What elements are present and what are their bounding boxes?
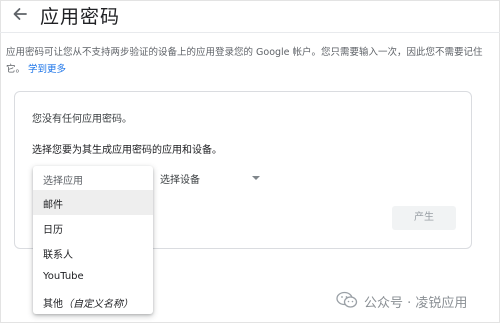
description-text: 应用密码可让您从不支持两步验证的设备上的应用登录您的 Google 帐户。您只需… [6, 47, 483, 75]
dropdown-item-label: 联系人 [43, 250, 73, 261]
header-divider [0, 32, 500, 33]
app-select-label: 选择应用 [43, 176, 83, 187]
device-select[interactable]: 选择设备 [160, 170, 266, 188]
dropdown-item-mail[interactable]: 邮件 [33, 190, 153, 215]
arrow-left-icon [13, 8, 27, 20]
dropdown-item-label: 日历 [43, 225, 63, 236]
custom-name-hint: （自定义名称） [63, 299, 133, 310]
generate-button[interactable]: 产生 [392, 206, 456, 230]
dropdown-item-youtube[interactable]: YouTube [33, 265, 153, 290]
other-label: 其他 [43, 299, 63, 310]
page-title: 应用密码 [40, 6, 121, 28]
app-select-header[interactable]: 选择应用 [33, 166, 153, 190]
description: 应用密码可让您从不支持两步验证的设备上的应用登录您的 Google 帐户。您只需… [6, 44, 486, 78]
dropdown-item-label: 其他（自定义名称） [43, 295, 133, 310]
device-select-label: 选择设备 [160, 175, 200, 186]
dropdown-item-other[interactable]: 其他（自定义名称） [33, 289, 153, 314]
learn-more-link[interactable]: 学到更多 [28, 64, 66, 75]
wechat-icon [336, 291, 358, 308]
page-header: 应用密码 [0, 0, 500, 32]
back-button[interactable] [10, 4, 30, 24]
caret-down-icon [252, 176, 260, 180]
dropdown-item-calendar[interactable]: 日历 [33, 215, 153, 240]
no-passwords-text: 您没有任何应用密码。 [32, 114, 132, 125]
dropdown-item-label: YouTube [43, 271, 84, 282]
choose-prompt: 选择您要为其生成应用密码的应用和设备。 [32, 145, 222, 156]
watermark-text: 公众号 · 凌锐应用 [364, 296, 468, 311]
dropdown-item-label: 邮件 [43, 200, 63, 211]
app-select-dropdown: 选择应用 邮件 日历 联系人 YouTube 其他（自定义名称） [33, 166, 153, 314]
dropdown-item-contacts[interactable]: 联系人 [33, 240, 153, 265]
